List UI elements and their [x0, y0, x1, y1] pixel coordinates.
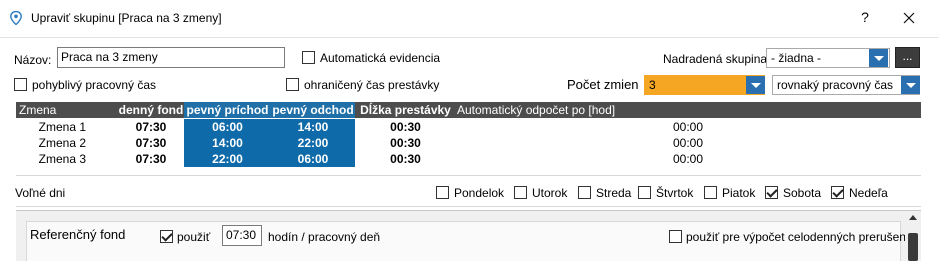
divider — [16, 175, 921, 176]
scroll-thumb[interactable] — [908, 233, 918, 261]
auto-deduction-cell: 00:00 — [672, 152, 704, 166]
help-button[interactable]: ? — [855, 9, 875, 25]
day-label-tuesday: Utorok — [532, 186, 568, 200]
reference-fund-use-checkbox[interactable] — [160, 230, 173, 243]
browse-button[interactable]: ... — [895, 47, 920, 68]
interrupt-calc-label: použiť pre výpočet celodenných prerušení — [686, 230, 910, 244]
reference-fund-unit-label: hodín / pracovný deň — [268, 230, 381, 244]
flexible-time-label: pohyblivý pracovný čas — [32, 78, 157, 92]
table-row[interactable]: Zmena 2 07:30 14:00 22:00 00:30 00:00 — [16, 135, 921, 151]
limited-break-checkbox[interactable] — [286, 78, 299, 91]
shifts-count-label: Počet zmien — [567, 77, 639, 92]
day-label-saturday: Sobota — [783, 186, 822, 200]
shift-name-cell: Zmena 1 — [38, 120, 86, 134]
shifts-count-dropdown-button[interactable] — [746, 76, 765, 94]
day-checkbox-tuesday[interactable] — [514, 186, 527, 199]
break-cell: 00:30 — [390, 120, 421, 134]
title-bar: Upraviť skupinu [Praca na 3 zmeny] ? — [0, 0, 939, 38]
reference-fund-box: Referenčný fond použiť 07:30 hodín / pra… — [26, 221, 909, 261]
col-header-fund[interactable]: denný fond — [118, 102, 184, 118]
reference-fund-panel: Referenčný fond použiť 07:30 hodín / pra… — [16, 210, 921, 261]
reference-fund-time-field[interactable]: 07:30 — [222, 225, 262, 246]
day-label-friday: Piatok — [722, 186, 756, 200]
day-checkbox-wednesday[interactable] — [578, 186, 591, 199]
shift-name-cell: Zmena 2 — [38, 136, 86, 150]
departure-cell[interactable]: 22:00 — [271, 135, 355, 151]
shifts-grid: Zmena denný fond pevný príchod pevný odc… — [16, 102, 921, 168]
divider — [16, 206, 921, 207]
col-header-shift[interactable]: Zmena — [19, 102, 115, 118]
parent-group-dropdown-button[interactable] — [869, 49, 888, 67]
auto-evidence-checkbox[interactable] — [302, 51, 315, 64]
day-checkbox-sunday[interactable] — [831, 186, 844, 199]
col-header-departure[interactable]: pevný odchod — [271, 102, 355, 118]
day-checkbox-monday[interactable] — [436, 186, 449, 199]
name-field[interactable]: Praca na 3 zmeny — [57, 47, 285, 68]
free-days-label: Voľné dni — [15, 186, 66, 200]
arrival-cell[interactable]: 06:00 — [184, 119, 271, 135]
day-label-thursday: Štvrtok — [656, 186, 694, 200]
day-label-sunday: Nedeľa — [849, 186, 888, 200]
arrival-cell[interactable]: 22:00 — [184, 151, 271, 167]
fund-cell: 07:30 — [135, 152, 167, 166]
departure-cell[interactable]: 06:00 — [271, 151, 355, 167]
auto-deduction-cell: 00:00 — [672, 120, 704, 134]
limited-break-label: ohraničený čas prestávky — [304, 78, 440, 92]
day-label-monday: Pondelok — [454, 186, 505, 200]
work-time-mode-dropdown-button[interactable] — [901, 76, 920, 94]
reference-fund-use-label: použiť — [177, 230, 211, 244]
day-label-wednesday: Streda — [596, 186, 632, 200]
departure-cell[interactable]: 14:00 — [271, 119, 355, 135]
break-cell: 00:30 — [390, 136, 421, 150]
break-cell: 00:30 — [390, 152, 421, 166]
flexible-time-checkbox[interactable] — [14, 78, 27, 91]
location-pin-icon — [10, 11, 22, 25]
parent-group-label: Nadradená skupina: — [663, 52, 771, 66]
name-label: Názov: — [14, 53, 52, 67]
grid-header: Zmena denný fond pevný príchod pevný odc… — [16, 102, 921, 118]
day-checkbox-saturday[interactable] — [765, 186, 778, 199]
col-header-auto-deduction[interactable]: Automatický odpočet po [hod] — [457, 102, 657, 118]
table-row[interactable]: Zmena 3 07:30 22:00 06:00 00:30 00:00 — [16, 151, 921, 167]
col-header-arrival[interactable]: pevný príchod — [184, 102, 271, 118]
vertical-scrollbar[interactable] — [905, 211, 921, 261]
arrival-cell[interactable]: 14:00 — [184, 135, 271, 151]
work-time-mode-select[interactable]: rovnaký pracovný čas — [772, 75, 920, 95]
col-header-break[interactable]: Dĺžka prestávky — [358, 102, 453, 118]
auto-deduction-cell: 00:00 — [672, 136, 704, 150]
shift-name-cell: Zmena 3 — [38, 152, 86, 166]
scroll-up-icon[interactable] — [909, 215, 917, 220]
auto-evidence-label: Automatická evidencia — [320, 51, 441, 65]
table-row[interactable]: Zmena 1 07:30 06:00 14:00 00:30 00:00 — [16, 119, 921, 135]
window-title: Upraviť skupinu [Praca na 3 zmeny] — [31, 11, 222, 25]
day-checkbox-friday[interactable] — [704, 186, 717, 199]
fund-cell: 07:30 — [135, 136, 167, 150]
interrupt-calc-checkbox[interactable] — [669, 230, 682, 243]
day-checkbox-thursday[interactable] — [638, 186, 651, 199]
fund-cell: 07:30 — [135, 120, 167, 134]
reference-fund-label: Referenčný fond — [30, 227, 126, 242]
close-icon[interactable] — [898, 8, 920, 28]
